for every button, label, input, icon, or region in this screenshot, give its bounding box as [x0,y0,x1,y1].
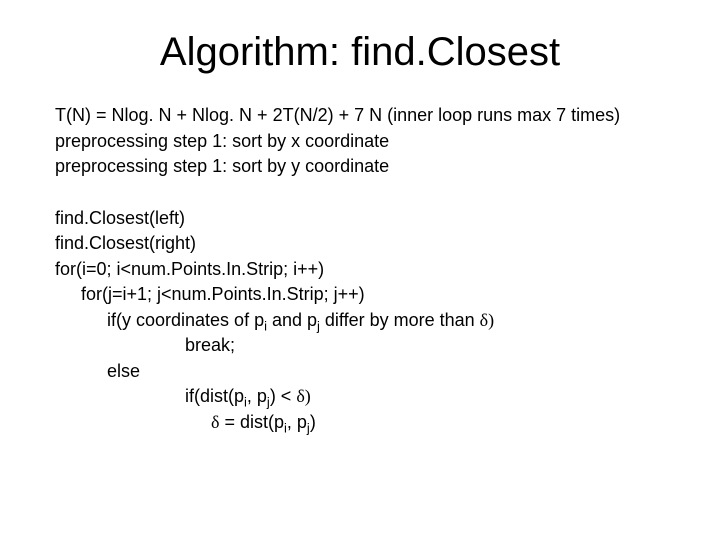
text-break: break; [55,333,680,359]
text-if-y-part-c: differ by more than [320,310,480,330]
slide-body: T(N) = Nlog. N + Nlog. N + 2T(N/2) + 7 N… [0,103,720,436]
text-recurrence: T(N) = Nlog. N + Nlog. N + 2T(N/2) + 7 N… [55,103,680,129]
text-call-right: find.Closest(right) [55,231,680,257]
text-if-dist-part-a: if(dist(p [185,386,244,406]
delta-symbol: δ) [480,310,494,330]
delta-symbol: δ) [296,386,310,406]
text-if-y-part-a: if(y coordinates of p [107,310,264,330]
slide: Algorithm: find.Closest T(N) = Nlog. N +… [0,0,720,540]
text-assign-part-b: = dist(p [219,412,284,432]
text-call-left: find.Closest(left) [55,206,680,232]
text-else: else [55,359,680,385]
spacer [55,180,680,206]
text-preprocess-2: preprocessing step 1: sort by y coordina… [55,154,680,180]
text-assign-part-d: ) [310,412,316,432]
text-if-y: if(y coordinates of pi and pj differ by … [55,308,680,334]
text-for-j: for(j=i+1; j<num.Points.In.Strip; j++) [55,282,680,308]
slide-title: Algorithm: find.Closest [0,0,720,103]
text-if-dist-part-c: ) < [270,386,297,406]
text-for-i: for(i=0; i<num.Points.In.Strip; i++) [55,257,680,283]
text-preprocess-1: preprocessing step 1: sort by x coordina… [55,129,680,155]
text-if-y-part-b: and p [267,310,317,330]
text-assign-delta: δ = dist(pi, pj) [55,410,680,436]
text-assign-part-c: , p [287,412,307,432]
text-if-dist: if(dist(pi, pj) < δ) [55,384,680,410]
text-if-dist-part-b: , p [247,386,267,406]
